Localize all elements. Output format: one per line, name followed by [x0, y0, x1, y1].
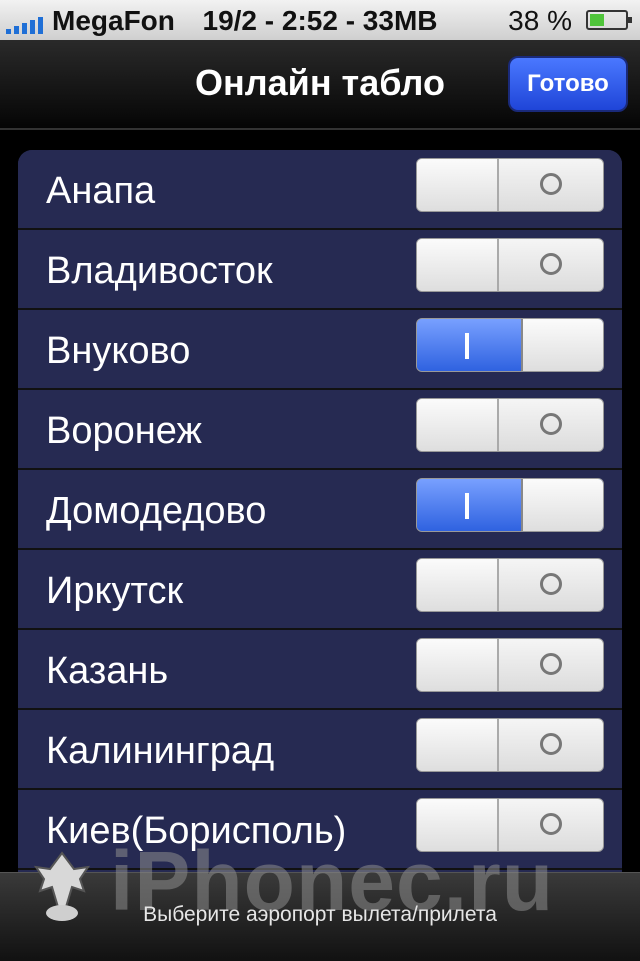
off-indicator-icon [540, 733, 562, 755]
switch-knob [521, 319, 603, 371]
airport-row: Казань [18, 630, 622, 710]
airport-row: Калининград [18, 710, 622, 790]
airport-toggle-switch[interactable] [416, 158, 604, 212]
bottom-bar: iPhonec.ru Выберите аэропорт вылета/прил… [0, 834, 640, 961]
airport-list-area[interactable]: Анапа Владивосток Внуково Воронеж Домодедово… [0, 130, 640, 890]
switch-on-track [417, 479, 523, 531]
off-indicator-icon [540, 253, 562, 275]
airport-toggle-switch[interactable] [416, 238, 604, 292]
off-indicator-icon [540, 653, 562, 675]
off-indicator-icon [540, 813, 562, 835]
airport-row: Иркутск [18, 550, 622, 630]
done-button[interactable]: Готово [508, 56, 628, 112]
airport-row: Домодедово [18, 470, 622, 550]
airport-name: Иркутск [46, 570, 184, 612]
navigation-bar: Онлайн табло Готово [0, 40, 640, 130]
airport-name: Калининград [46, 730, 275, 772]
airport-name: Внуково [46, 330, 191, 372]
on-indicator-icon [465, 333, 469, 359]
switch-on-track [417, 319, 523, 371]
airport-row: Внуково [18, 310, 622, 390]
hint-text: Выберите аэропорт вылета/прилета [143, 903, 497, 926]
off-indicator-icon [540, 413, 562, 435]
off-indicator-icon [540, 573, 562, 595]
airport-name: Казань [46, 650, 169, 692]
airport-toggle-switch[interactable] [416, 478, 604, 532]
on-indicator-icon [465, 493, 469, 519]
battery-percent: 38 % [508, 5, 572, 36]
airport-row: Воронеж [18, 390, 622, 470]
battery-icon [586, 10, 632, 30]
airport-toggle-switch[interactable] [416, 638, 604, 692]
airport-toggle-switch[interactable] [416, 398, 604, 452]
airport-name: Владивосток [46, 250, 273, 292]
status-bar: MegaFon 19/2 - 2:52 - 33MB 38 % [0, 0, 640, 40]
airport-list: Анапа Владивосток Внуково Воронеж Домодедово… [18, 150, 622, 890]
off-indicator-icon [540, 173, 562, 195]
airport-name: Домодедово [46, 490, 267, 532]
airport-toggle-switch[interactable] [416, 318, 604, 372]
airport-toggle-switch[interactable] [416, 718, 604, 772]
airport-name: Воронеж [46, 410, 202, 452]
airport-name: Анапа [46, 170, 156, 212]
airport-row: Анапа [18, 150, 622, 230]
airport-toggle-switch[interactable] [416, 558, 604, 612]
switch-knob [521, 479, 603, 531]
airport-row: Владивосток [18, 230, 622, 310]
